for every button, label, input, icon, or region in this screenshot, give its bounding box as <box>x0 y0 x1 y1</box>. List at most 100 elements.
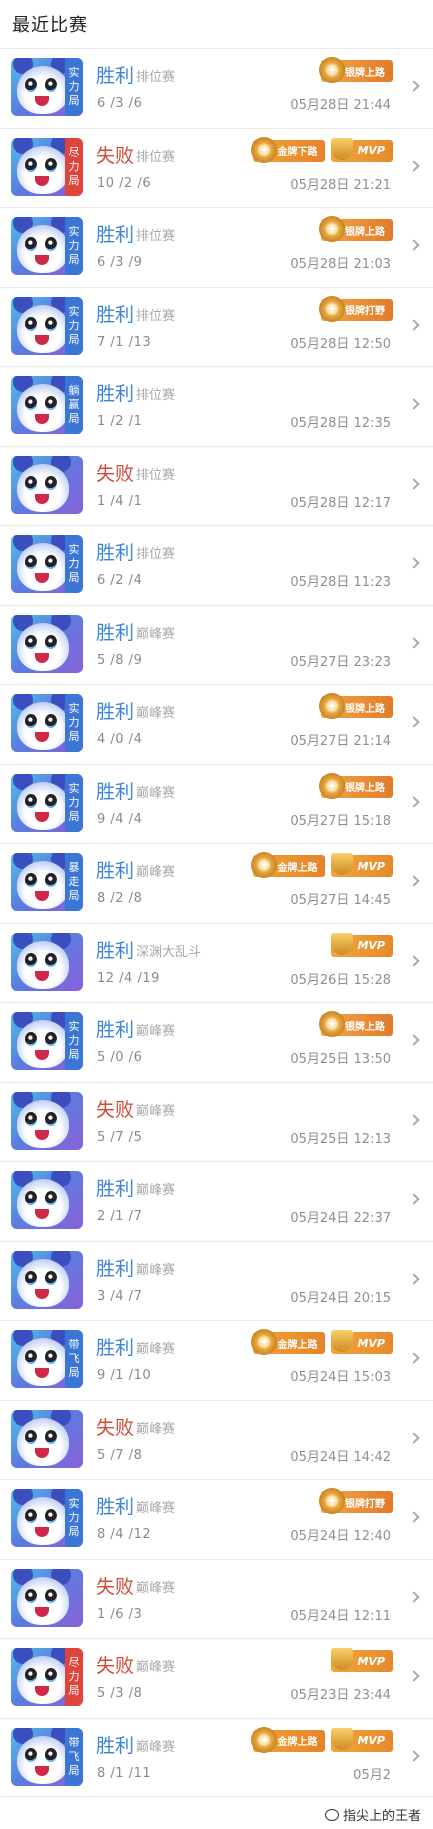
match-tag-char: 局 <box>68 253 80 266</box>
badge-label: 银牌上路 <box>345 783 385 794</box>
badge-label: 银牌上路 <box>345 1021 385 1033</box>
match-mode: 巅峰赛 <box>136 1342 176 1357</box>
chevron-right-icon[interactable] <box>408 1431 420 1444</box>
match-row[interactable]: 实力局 胜利 排位赛 7 /1 /13 ✦ 银牌打野 05月28日 12:50 <box>0 286 433 367</box>
chevron-right-icon[interactable] <box>408 239 420 251</box>
match-row[interactable]: 实力局 胜利 巅峰赛 5 /0 /6 ✦ 银牌上路 05月25日 13:50 <box>0 1002 433 1082</box>
chevron-right-icon[interactable] <box>408 159 420 172</box>
hero-avatar-icon: 实力局 <box>11 535 83 593</box>
match-row[interactable]: 实力局 胜利 排位赛 6 /3 /6 ✦ 银牌上路 05月28日 21:44 <box>0 48 433 128</box>
match-tag-char: 力 <box>68 1034 80 1047</box>
badge-mvp: MVP <box>331 1648 393 1672</box>
hero-avatar-icon <box>11 1171 83 1229</box>
match-tag-char: 力 <box>68 1670 80 1683</box>
chevron-right-icon[interactable] <box>408 1113 420 1126</box>
match-tag-char: 尽 <box>68 145 80 159</box>
chevron-right-icon[interactable] <box>408 1034 420 1046</box>
match-result: 失败 <box>96 462 135 485</box>
badge-silver: ✦ 银牌上路 <box>319 693 393 719</box>
badge-group: MVP <box>331 1648 393 1674</box>
chevron-right-icon[interactable] <box>408 1352 420 1364</box>
match-kda: 6 /2 /4 <box>97 573 143 588</box>
match-tag-char: 局 <box>68 730 80 743</box>
chevron-right-icon[interactable] <box>408 80 420 92</box>
match-row[interactable]: 实力局 胜利 巅峰赛 9 /4 /4 ✦ 银牌上路 05月27日 15:18 <box>0 763 433 844</box>
match-row[interactable]: 躺赢局 胜利 排位赛 1 /2 /1 05月28日 12:35 <box>0 366 433 446</box>
match-row[interactable]: 失败 排位赛 1 /4 /1 05月28日 12:17 <box>0 445 433 526</box>
match-result: 失败 <box>96 1098 135 1121</box>
match-result: 胜利 <box>96 1337 135 1359</box>
match-time: 05月27日 23:23 <box>290 654 391 670</box>
match-result: 失败 <box>96 144 135 167</box>
match-tag: 实力局 <box>65 694 83 752</box>
hero-avatar-icon: 实力局 <box>11 694 83 752</box>
medal-icon: ✦ <box>319 57 345 83</box>
match-row[interactable]: 暴走局 胜利 巅峰赛 8 /2 /8 ✦ 金牌上路 MVP 05月27日 14:… <box>0 843 433 923</box>
match-time: 05月28日 11:23 <box>290 575 391 590</box>
match-result: 胜利 <box>96 1257 135 1280</box>
match-list: 实力局 胜利 排位赛 6 /3 /6 ✦ 银牌上路 05月28日 21:44 尽… <box>0 48 433 1797</box>
chevron-right-icon[interactable] <box>408 795 420 808</box>
match-mode: 排位赛 <box>136 547 176 562</box>
match-tag-char: 局 <box>68 332 80 346</box>
match-row[interactable]: 胜利 深渊大乱斗 12 /4 /19 MVP 05月26日 15:28 <box>0 922 433 1003</box>
match-row[interactable]: 实力局 胜利 巅峰赛 4 /0 /4 ✦ 银牌上路 05月27日 21:14 <box>0 684 433 764</box>
match-row[interactable]: 胜利 巅峰赛 2 /1 /7 05月24日 22:37 <box>0 1161 433 1241</box>
badge-mvp: MVP <box>331 932 393 957</box>
chevron-right-icon[interactable] <box>408 1749 420 1762</box>
chevron-right-icon[interactable] <box>408 954 420 967</box>
chevron-right-icon[interactable] <box>408 716 420 728</box>
chevron-right-icon[interactable] <box>408 557 420 569</box>
match-row[interactable]: 尽力局 失败 排位赛 10 /2 /6 ✦ 金牌下路 MVP 05月28日 21… <box>0 127 433 208</box>
match-row[interactable]: 实力局 胜利 排位赛 6 /2 /4 05月28日 11:23 <box>0 525 433 605</box>
badge-group: ✦ 银牌上路 <box>319 216 393 243</box>
chevron-right-icon[interactable] <box>408 1511 420 1523</box>
match-row[interactable]: 带飞局 胜利 巅峰赛 8 /1 /11 ✦ 金牌上路 MVP 05月2 <box>0 1717 433 1797</box>
match-time: 05月28日 21:21 <box>290 177 391 193</box>
match-tag: 躺赢局 <box>65 376 83 434</box>
match-row[interactable]: 胜利 巅峰赛 5 /8 /9 05月27日 23:23 <box>0 604 433 685</box>
match-time: 05月27日 21:14 <box>290 734 391 749</box>
match-row[interactable]: 失败 巅峰赛 5 /7 /8 05月24日 14:42 <box>0 1399 433 1480</box>
match-result: 胜利 <box>96 65 135 87</box>
match-result: 胜利 <box>96 780 135 803</box>
badge-mvp: MVP <box>331 1330 393 1354</box>
hero-avatar-icon: 带飞局 <box>11 1330 83 1388</box>
match-mode: 巅峰赛 <box>136 865 176 880</box>
match-tag: 尽力局 <box>65 1648 83 1706</box>
match-tag-char: 力 <box>68 716 80 729</box>
chevron-right-icon[interactable] <box>408 318 420 331</box>
match-tag-char: 力 <box>68 795 80 809</box>
chevron-right-icon[interactable] <box>408 1272 420 1285</box>
chevron-right-icon[interactable] <box>408 1670 420 1682</box>
badge-group: ✦ 银牌打野 <box>319 295 393 323</box>
match-kda: 7 /1 /13 <box>97 334 152 350</box>
match-tag-char: 飞 <box>68 1749 80 1763</box>
match-result: 胜利 <box>96 383 135 405</box>
chevron-right-icon[interactable] <box>408 875 420 887</box>
chevron-right-icon[interactable] <box>408 1590 420 1603</box>
match-row[interactable]: 失败 巅峰赛 5 /7 /5 05月25日 12:13 <box>0 1081 433 1162</box>
match-row[interactable]: 带飞局 胜利 巅峰赛 9 /1 /10 ✦ 金牌上路 MVP 05月24日 15… <box>0 1320 433 1400</box>
match-row[interactable]: 胜利 巅峰赛 3 /4 /7 05月24日 20:15 <box>0 1240 433 1321</box>
match-row[interactable]: 实力局 胜利 巅峰赛 8 /4 /12 ✦ 银牌打野 05月24日 12:40 <box>0 1479 433 1559</box>
chevron-right-icon[interactable] <box>408 636 420 649</box>
match-tag: 尽力局 <box>65 137 83 196</box>
match-tag-char: 局 <box>68 412 80 425</box>
match-mode: 巅峰赛 <box>136 1024 176 1039</box>
hero-avatar-icon <box>11 1568 83 1627</box>
chevron-right-icon[interactable] <box>408 398 420 410</box>
match-kda: 3 /4 /7 <box>97 1288 143 1304</box>
medal-icon: ✦ <box>251 136 278 163</box>
match-time: 05月28日 12:50 <box>290 336 391 352</box>
watermark: 指尖上的王者 <box>324 1805 421 1824</box>
chevron-right-icon[interactable] <box>408 477 420 490</box>
match-row[interactable]: 尽力局 失败 巅峰赛 5 /3 /8 MVP 05月23日 23:44 <box>0 1638 433 1718</box>
badge-group: ✦ 银牌上路 <box>319 772 393 800</box>
chevron-right-icon[interactable] <box>408 1193 420 1205</box>
medal-icon: ✦ <box>319 216 345 242</box>
match-tag-char: 力 <box>68 557 80 570</box>
match-result: 胜利 <box>96 1019 135 1041</box>
match-row[interactable]: 失败 巅峰赛 1 /6 /3 05月24日 12:11 <box>0 1558 433 1639</box>
match-row[interactable]: 实力局 胜利 排位赛 6 /3 /9 ✦ 银牌上路 05月28日 21:03 <box>0 207 433 287</box>
